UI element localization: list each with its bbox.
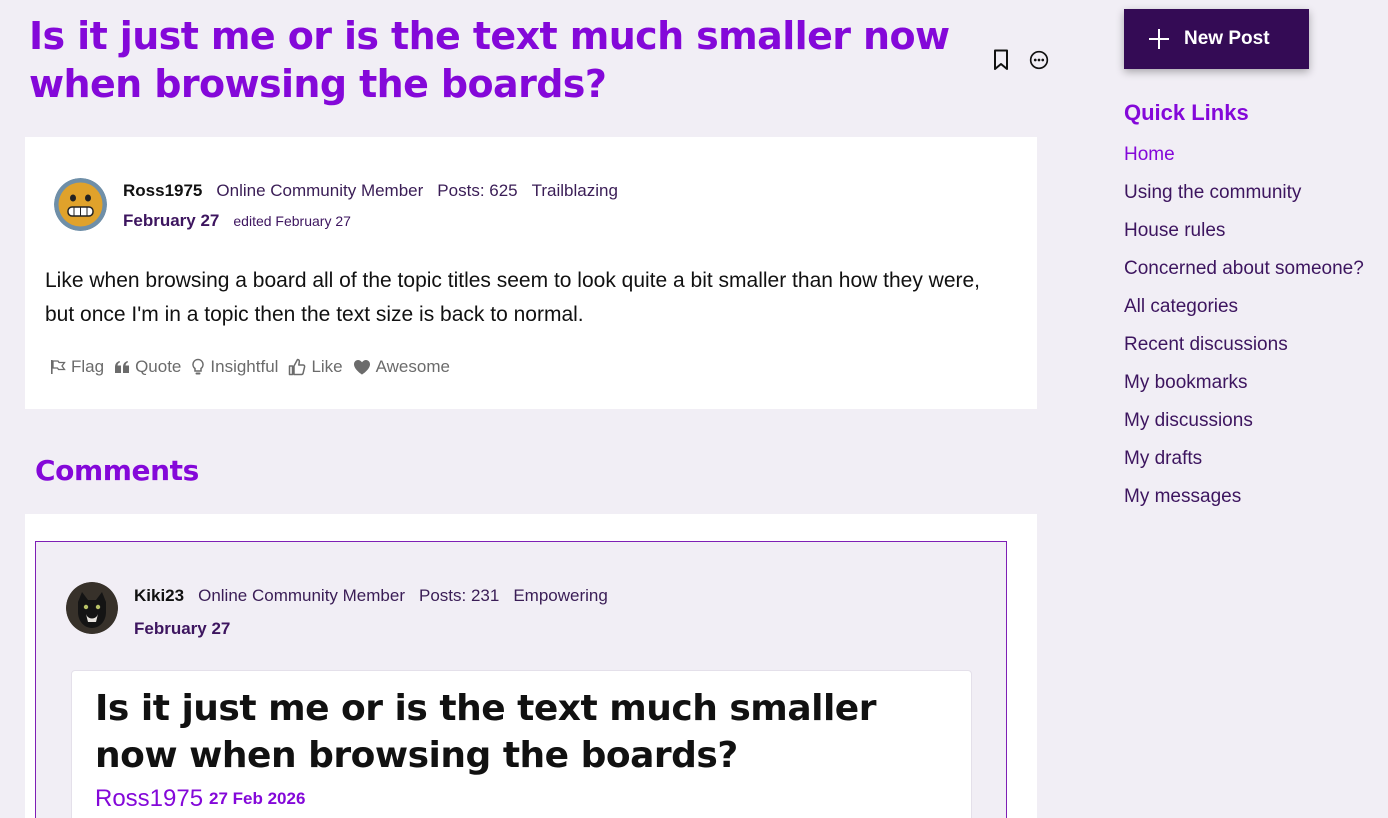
commenter-rank[interactable]: Empowering <box>513 586 608 606</box>
post-date[interactable]: February 27 <box>123 211 219 231</box>
post-count: Posts: 625 <box>437 181 518 200</box>
quick-link-my-drafts[interactable]: My drafts <box>1124 448 1364 486</box>
lightbulb-icon <box>192 358 205 375</box>
new-post-label: New Post <box>1184 28 1270 49</box>
quick-link-concerned[interactable]: Concerned about someone? <box>1124 258 1364 296</box>
commenter-avatar[interactable] <box>66 582 118 634</box>
like-button[interactable]: Like <box>288 357 343 377</box>
quick-link-my-bookmarks[interactable]: My bookmarks <box>1124 372 1364 410</box>
more-options-icon[interactable] <box>1029 48 1049 72</box>
post-meta: Ross1975 Online Community Member Posts: … <box>123 181 618 201</box>
like-label: Like <box>311 357 343 376</box>
new-post-button[interactable]: New Post <box>1124 9 1309 69</box>
topic-actions <box>991 48 1049 72</box>
page-title: Is it just me or is the text much smalle… <box>29 14 950 106</box>
quoted-post[interactable]: Is it just me or is the text much smalle… <box>71 670 972 818</box>
insightful-label: Insightful <box>210 357 279 376</box>
reaction-bar: Flag Quote Insightful Like Awesome <box>50 357 450 377</box>
comment-date-line: February 27 <box>134 619 230 639</box>
author-name[interactable]: Ross1975 <box>123 181 202 201</box>
post-date-line: February 27 edited February 27 <box>123 211 351 231</box>
flag-label: Flag <box>71 357 105 376</box>
plus-icon <box>1149 29 1169 49</box>
post-body: Like when browsing a board all of the to… <box>45 269 981 326</box>
comment-date[interactable]: February 27 <box>134 619 230 639</box>
comment-meta: Kiki23 Online Community Member Posts: 23… <box>134 586 608 606</box>
flag-button[interactable]: Flag <box>50 357 104 377</box>
comments-heading: Comments <box>35 454 199 487</box>
commenter-post-count: Posts: 231 <box>419 586 500 605</box>
flag-icon <box>51 360 66 374</box>
avatar[interactable] <box>54 178 107 231</box>
quick-link-my-messages[interactable]: My messages <box>1124 486 1364 524</box>
bookmark-icon[interactable] <box>991 48 1011 72</box>
awesome-button[interactable]: Awesome <box>353 357 450 377</box>
comment: Kiki23 Online Community Member Posts: 23… <box>35 541 1007 818</box>
awesome-label: Awesome <box>375 357 450 376</box>
heart-icon <box>353 360 370 375</box>
quote-icon <box>115 361 130 373</box>
quoted-date: 27 Feb 2026 <box>209 789 306 808</box>
quick-links-title: Quick Links <box>1124 100 1249 125</box>
quoted-author[interactable]: Ross1975 <box>95 785 203 813</box>
quick-link-recent-discussions[interactable]: Recent discussions <box>1124 334 1364 372</box>
quick-link-my-discussions[interactable]: My discussions <box>1124 410 1364 448</box>
topic-header: Is it just me or is the text much smalle… <box>29 12 1059 108</box>
quote-label: Quote <box>135 357 182 376</box>
commenter-role: Online Community Member <box>198 586 405 605</box>
comments-section: Kiki23 Online Community Member Posts: 23… <box>25 514 1037 818</box>
quick-link-using-community[interactable]: Using the community <box>1124 182 1364 220</box>
author-role: Online Community Member <box>216 181 424 200</box>
thumbs-up-icon <box>289 358 306 376</box>
quote-button[interactable]: Quote <box>114 357 181 377</box>
quoted-title: Is it just me or is the text much smalle… <box>95 688 876 776</box>
quick-link-house-rules[interactable]: House rules <box>1124 220 1364 258</box>
author-rank[interactable]: Trailblazing <box>532 181 618 201</box>
original-post: Ross1975 Online Community Member Posts: … <box>25 137 1037 409</box>
quick-link-all-categories[interactable]: All categories <box>1124 296 1364 334</box>
commenter-name[interactable]: Kiki23 <box>134 586 184 606</box>
insightful-button[interactable]: Insightful <box>191 357 278 377</box>
quick-links-list: Home Using the community House rules Con… <box>1124 144 1364 524</box>
quick-link-home[interactable]: Home <box>1124 144 1364 182</box>
edited-label: edited February 27 <box>233 213 351 229</box>
